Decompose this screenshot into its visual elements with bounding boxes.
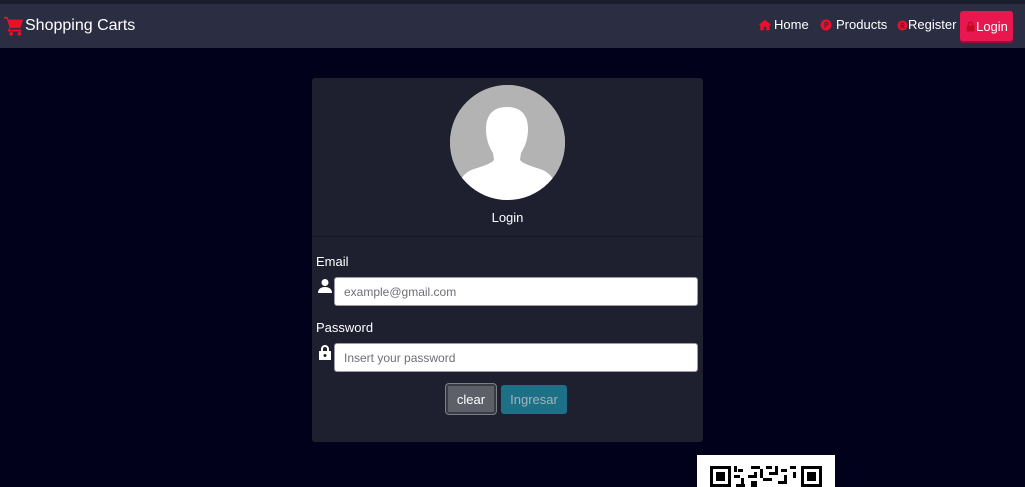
circle-p-icon	[820, 19, 832, 31]
email-input[interactable]	[334, 277, 698, 306]
login-card-header: Login	[312, 78, 703, 237]
navbar: Shopping Carts Home Products Register Lo…	[0, 4, 1025, 48]
password-label: Password	[316, 320, 374, 335]
password-input[interactable]	[334, 343, 698, 372]
home-icon	[758, 19, 772, 31]
login-card-title: Login	[491, 210, 524, 225]
nav-home-label: Home	[774, 17, 809, 32]
avatar	[450, 85, 565, 200]
qr-code	[697, 455, 835, 487]
user-icon	[318, 279, 332, 293]
user-silhouette-icon	[450, 85, 565, 200]
clear-button[interactable]: clear	[446, 384, 496, 414]
circle-r-icon	[897, 19, 908, 31]
qr-code-icon	[710, 466, 822, 487]
nav-login-button[interactable]: Login	[960, 11, 1013, 41]
lock-icon	[966, 20, 975, 32]
email-label: Email	[316, 254, 349, 269]
nav-products[interactable]: Products	[820, 16, 887, 34]
nav-login-label: Login	[976, 18, 1008, 34]
nav-products-label: Products	[836, 17, 888, 32]
nav-home[interactable]: Home	[758, 16, 809, 34]
shopping-cart-icon	[3, 16, 24, 36]
nav-register-label: Register	[908, 17, 957, 32]
brand-name: Shopping Carts	[25, 17, 136, 34]
submit-button[interactable]: Ingresar	[501, 385, 567, 414]
lock-icon	[319, 345, 331, 360]
login-card: Login Email Password clear Ingresar	[312, 78, 703, 442]
brand-link[interactable]: Shopping Carts	[3, 15, 135, 37]
nav-register[interactable]: Register	[897, 16, 956, 34]
